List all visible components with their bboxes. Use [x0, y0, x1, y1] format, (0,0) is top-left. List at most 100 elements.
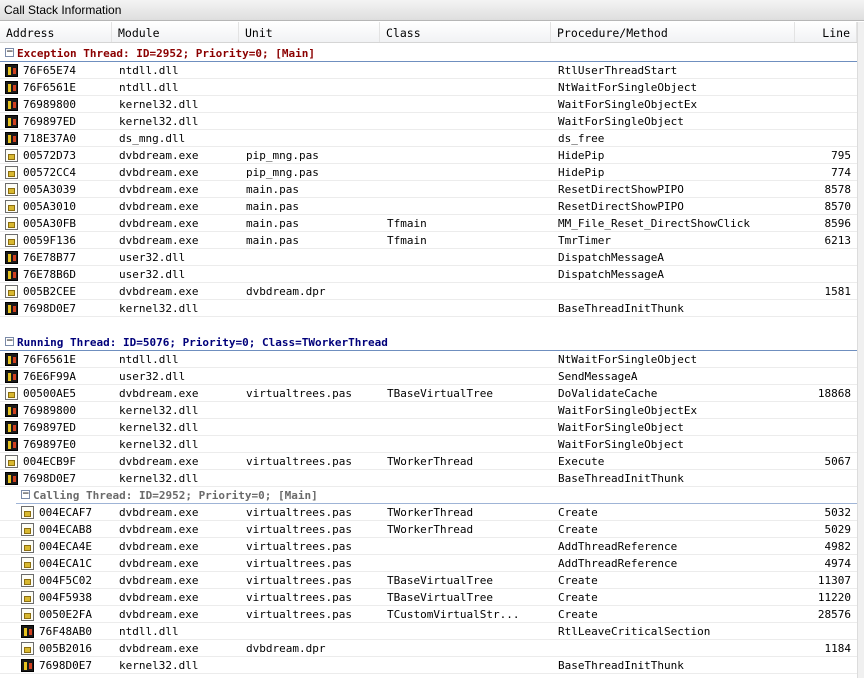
group-title: Running Thread: ID=5076; Priority=0; Cla… [17, 336, 388, 349]
table-row[interactable]: 7698D0E7 kernel32.dll BaseThreadInitThunk [0, 300, 857, 317]
table-row[interactable]: 7698D0E7 kernel32.dll BaseThreadInitThunk [0, 470, 857, 487]
cell-procedure: BaseThreadInitThunk [558, 302, 684, 315]
table-row[interactable]: 76F65E74 ntdll.dll RtlUserThreadStart [0, 62, 857, 79]
cell-module: ntdll.dll [119, 353, 179, 366]
cell-line [794, 62, 851, 79]
call-stack-grid[interactable]: − Exception Thread: ID=2952; Priority=0; … [0, 44, 864, 678]
table-row[interactable]: 00572D73 dvbdream.exe pip_mng.pas HidePip 79… [0, 147, 857, 164]
cell-unit: pip_mng.pas [246, 149, 319, 162]
table-row[interactable]: 769897E0 kernel32.dll WaitForSingleObject [0, 436, 857, 453]
cell-class [387, 640, 551, 657]
cell-address: 00500AE5 [23, 387, 76, 400]
cell-unit [246, 436, 380, 453]
table-row[interactable]: 005A30FB dvbdream.exe main.pas Tfmain MM_Fil… [0, 215, 857, 232]
cell-address: 004ECAB8 [39, 523, 92, 536]
cell-address: 004F5938 [39, 591, 92, 604]
column-class-header[interactable]: Class [380, 22, 551, 42]
cell-class [387, 555, 551, 572]
cell-procedure: DoValidateCache [558, 387, 658, 400]
cell-line [794, 351, 851, 368]
collapse-minus-icon[interactable]: − [21, 490, 30, 499]
table-row[interactable]: 00500AE5 dvbdream.exe virtualtrees.pas TBas… [0, 385, 857, 402]
table-row[interactable]: 76989800 kernel32.dll WaitForSingleObjectE… [0, 96, 857, 113]
table-row[interactable]: 0059F136 dvbdream.exe main.pas Tfmain TmrTim… [0, 232, 857, 249]
table-row[interactable]: 76E78B77 user32.dll DispatchMessageA [0, 249, 857, 266]
dll-module-icon [21, 659, 34, 672]
table-row[interactable]: 769897ED kernel32.dll WaitForSingleObject [0, 419, 857, 436]
table-row[interactable]: 718E37A0 ds_mng.dll ds_free [0, 130, 857, 147]
table-row[interactable]: 004F5938 dvbdream.exe virtualtrees.pas TBas… [0, 589, 857, 606]
table-row[interactable]: 004ECA4E dvbdream.exe virtualtrees.pas AddT… [0, 538, 857, 555]
cell-unit: virtualtrees.pas [246, 506, 352, 519]
cell-unit [246, 368, 380, 385]
table-row[interactable]: 004F5C02 dvbdream.exe virtualtrees.pas TBas… [0, 572, 857, 589]
table-row[interactable]: 769897ED kernel32.dll WaitForSingleObject [0, 113, 857, 130]
cell-address: 718E37A0 [23, 132, 76, 145]
column-line-header[interactable]: Line [795, 22, 857, 42]
table-row[interactable]: 76989800 kernel32.dll WaitForSingleObjectE… [0, 402, 857, 419]
cell-unit [246, 419, 380, 436]
cell-class [387, 436, 551, 453]
cell-procedure: BaseThreadInitThunk [558, 659, 684, 672]
cell-module: dvbdream.exe [119, 217, 199, 230]
table-row[interactable]: 004ECAB8 dvbdream.exe virtualtrees.pas TWor… [0, 521, 857, 538]
group-header[interactable]: − Running Thread: ID=5076; Priority=0; Cl… [0, 334, 857, 351]
exe-module-icon [21, 574, 34, 587]
table-row[interactable]: 76E78B6D user32.dll DispatchMessageA [0, 266, 857, 283]
cell-module: dvbdream.exe [119, 642, 199, 655]
table-row[interactable]: 00572CC4 dvbdream.exe pip_mng.pas HidePip 77… [0, 164, 857, 181]
cell-unit: virtualtrees.pas [246, 591, 352, 604]
exe-module-icon [5, 387, 18, 400]
table-row[interactable]: 76E6F99A user32.dll SendMessageA [0, 368, 857, 385]
table-row[interactable]: 0050E2FA dvbdream.exe virtualtrees.pas TCus… [0, 606, 857, 623]
group-header[interactable]: − Exception Thread: ID=2952; Priority=0; … [0, 45, 857, 62]
cell-procedure: NtWaitForSingleObject [558, 81, 698, 94]
cell-unit [246, 623, 380, 640]
table-row[interactable]: 76F6561E ntdll.dll NtWaitForSingleObject [0, 351, 857, 368]
cell-address: 76989800 [23, 98, 76, 111]
table-row[interactable]: 005B2CEE dvbdream.exe dvbdream.dpr 1581 [0, 283, 857, 300]
cell-class [387, 470, 551, 487]
column-procedure-header[interactable]: Procedure/Method [551, 22, 795, 42]
cell-line [794, 436, 851, 453]
table-row[interactable]: 005A3010 dvbdream.exe main.pas ResetDirectS… [0, 198, 857, 215]
cell-module: dvbdream.exe [119, 557, 199, 570]
exe-module-icon [21, 540, 34, 553]
cell-module: dvbdream.exe [119, 200, 199, 213]
group-header[interactable]: − Calling Thread: ID=2952; Priority=0; [M… [16, 487, 857, 504]
cell-class [387, 181, 551, 198]
cell-module: user32.dll [119, 251, 186, 264]
table-row[interactable]: 004ECA1C dvbdream.exe virtualtrees.pas AddT… [0, 555, 857, 572]
table-row[interactable]: 005B2016 dvbdream.exe dvbdream.dpr 1184 [0, 640, 857, 657]
cell-unit [246, 351, 380, 368]
vertical-scrollbar[interactable] [857, 22, 864, 678]
cell-class: TWorkerThread [387, 455, 474, 468]
table-row[interactable]: 005A3039 dvbdream.exe main.pas ResetDirectS… [0, 181, 857, 198]
collapse-minus-icon[interactable]: − [5, 337, 14, 346]
exe-module-icon [5, 183, 18, 196]
cell-unit: main.pas [246, 183, 299, 196]
table-row[interactable]: 76F6561E ntdll.dll NtWaitForSingleObject [0, 79, 857, 96]
cell-line: 8596 [824, 217, 852, 230]
cell-unit [246, 130, 380, 147]
cell-line: 8578 [824, 183, 852, 196]
table-row[interactable]: 004ECAF7 dvbdream.exe virtualtrees.pas TWor… [0, 504, 857, 521]
cell-line: 5029 [824, 523, 852, 536]
collapse-minus-icon[interactable]: − [5, 48, 14, 57]
cell-line [794, 79, 851, 96]
column-module-header[interactable]: Module [112, 22, 239, 42]
cell-address: 005A3039 [23, 183, 76, 196]
cell-procedure: TmrTimer [558, 234, 611, 247]
cell-class [387, 266, 551, 283]
column-address-header[interactable]: Address [0, 22, 112, 42]
cell-unit [246, 249, 380, 266]
table-row[interactable]: 7698D0E7 kernel32.dll BaseThreadInitThunk [0, 657, 857, 674]
cell-module: dvbdream.exe [119, 166, 199, 179]
exe-module-icon [5, 234, 18, 247]
table-row[interactable]: 004ECB9F dvbdream.exe virtualtrees.pas TWor… [0, 453, 857, 470]
cell-module: kernel32.dll [119, 302, 199, 315]
column-unit-header[interactable]: Unit [239, 22, 380, 42]
cell-procedure: HidePip [558, 166, 605, 179]
cell-procedure: WaitForSingleObject [558, 115, 684, 128]
table-row[interactable]: 76F48AB0 ntdll.dll RtlLeaveCriticalSection [0, 623, 857, 640]
